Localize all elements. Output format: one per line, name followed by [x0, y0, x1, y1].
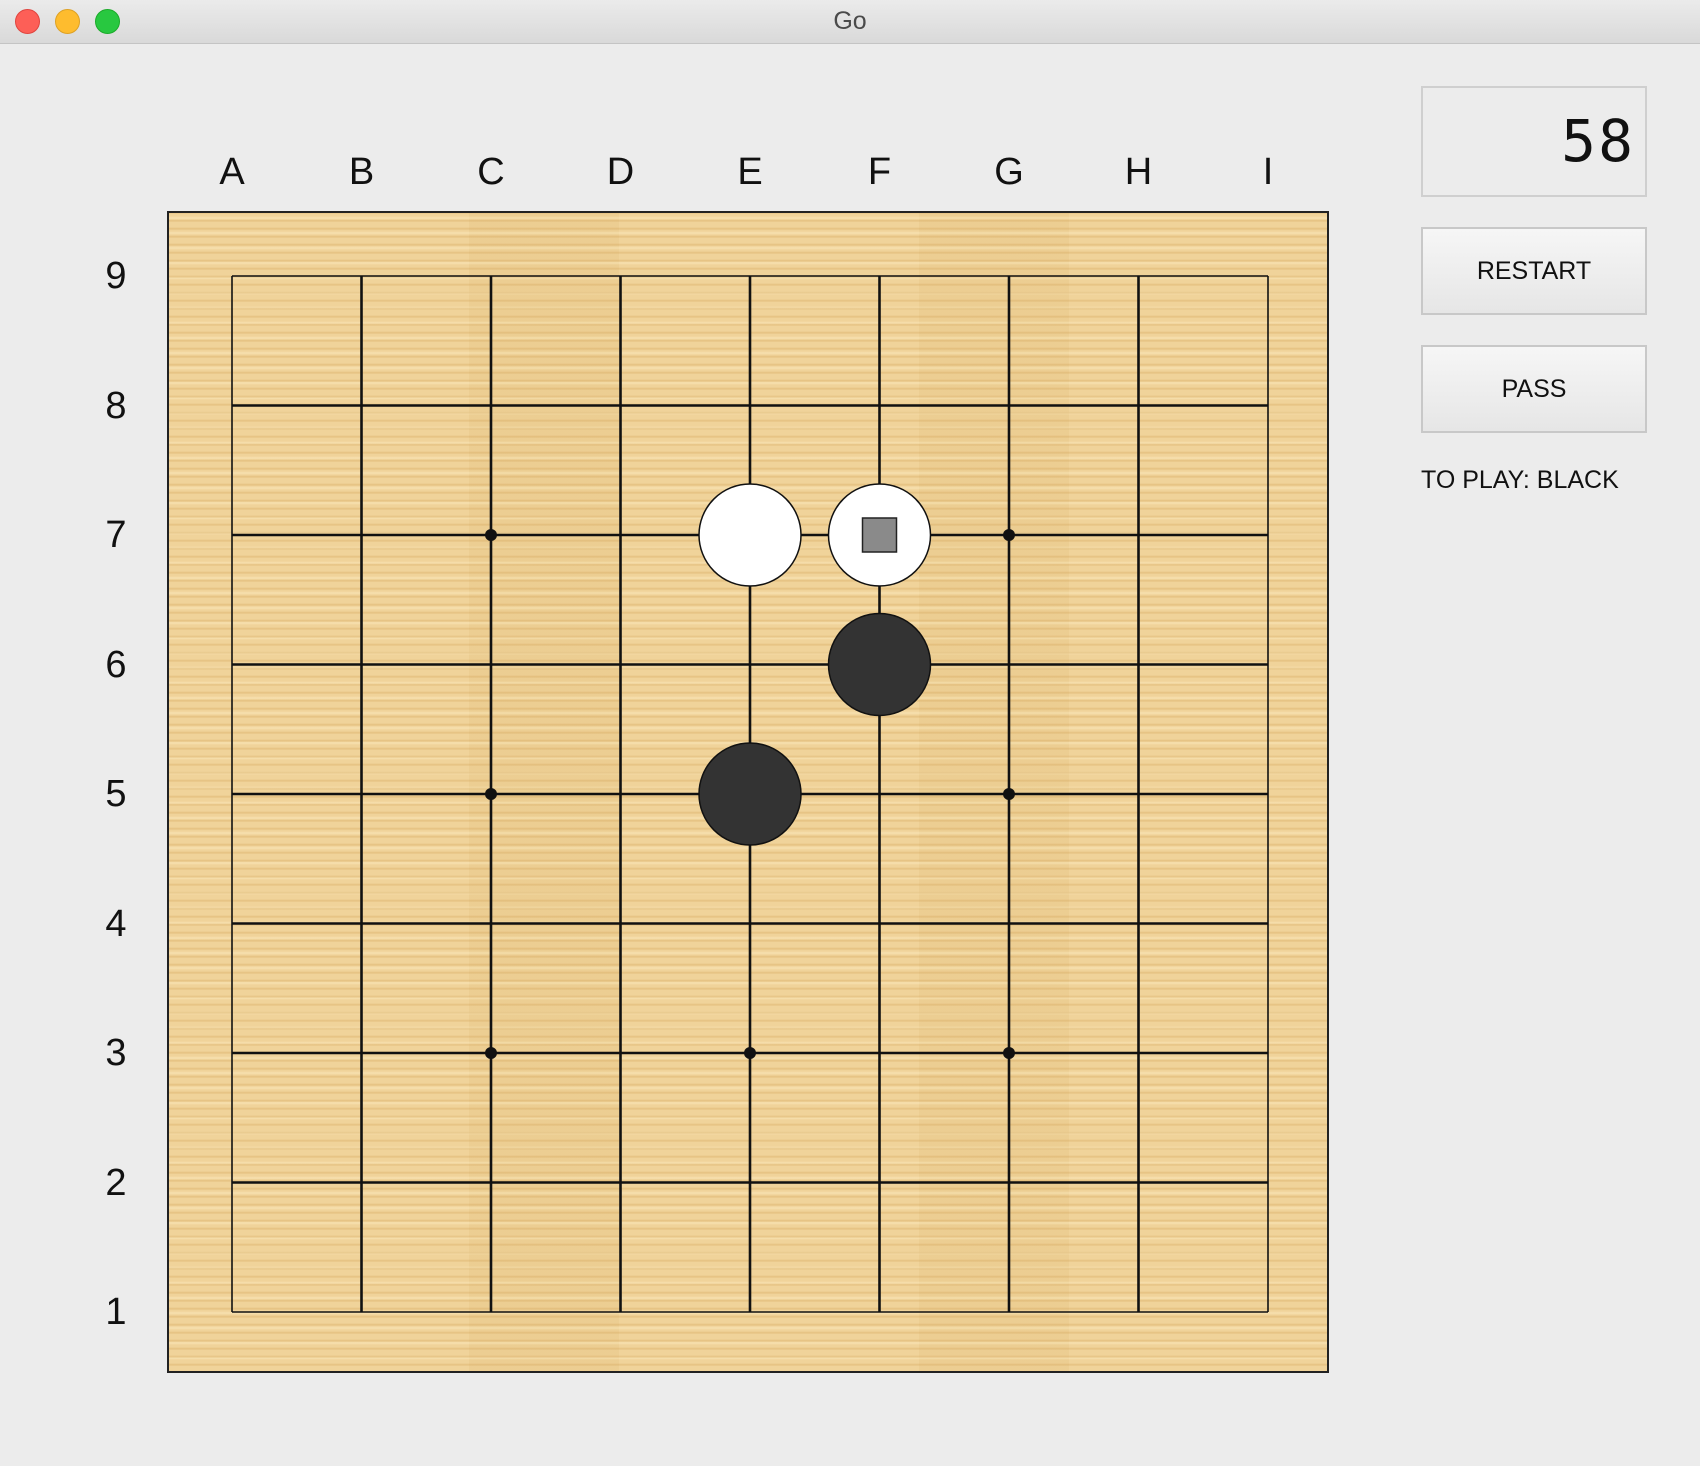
star-point-c3: [485, 1047, 497, 1059]
board-grid[interactable]: [169, 213, 1327, 1371]
row-label-2: 2: [105, 1161, 127, 1204]
turn-status: TO PLAY: BLACK: [1421, 466, 1619, 494]
title-bar: Go: [0, 0, 1700, 44]
star-point-g5: [1003, 788, 1015, 800]
row-label-5: 5: [105, 773, 127, 815]
row-label-9: 9: [105, 255, 127, 297]
star-point-g7: [1003, 529, 1015, 541]
go-board[interactable]: [167, 211, 1329, 1373]
star-point-c7: [485, 529, 497, 541]
black-stone-e5[interactable]: [698, 742, 802, 846]
move-counter: 58: [1421, 86, 1647, 197]
star-point-e3: [744, 1047, 756, 1059]
last-move-marker: [861, 517, 898, 553]
column-label-a: A: [219, 151, 245, 193]
pass-button[interactable]: PASS: [1421, 345, 1647, 433]
column-label-i: I: [1262, 151, 1274, 193]
go-window: Go A B C D E F G H I 9 8 7 6 5 4 3 2 1 58 RESTART PASS T…: [0, 0, 1700, 1466]
row-label-7: 7: [105, 514, 127, 556]
black-stone-f6[interactable]: [827, 612, 932, 717]
star-point-c5: [485, 788, 497, 800]
row-label-6: 6: [105, 643, 127, 686]
column-label-c: C: [477, 151, 505, 193]
column-label-b: B: [348, 151, 375, 193]
row-label-8: 8: [105, 384, 127, 427]
star-point-g3: [1003, 1047, 1015, 1059]
column-label-f: F: [867, 151, 892, 193]
white-stone-e7[interactable]: [698, 483, 802, 587]
column-label-h: H: [1124, 151, 1153, 193]
column-label-e: E: [737, 151, 763, 193]
row-label-3: 3: [105, 1032, 127, 1074]
restart-button[interactable]: RESTART: [1421, 227, 1647, 315]
row-label-4: 4: [105, 902, 127, 945]
column-label-g: G: [994, 151, 1024, 193]
window-title: Go: [833, 7, 867, 35]
column-label-d: D: [606, 151, 635, 193]
row-label-1: 1: [105, 1291, 127, 1333]
